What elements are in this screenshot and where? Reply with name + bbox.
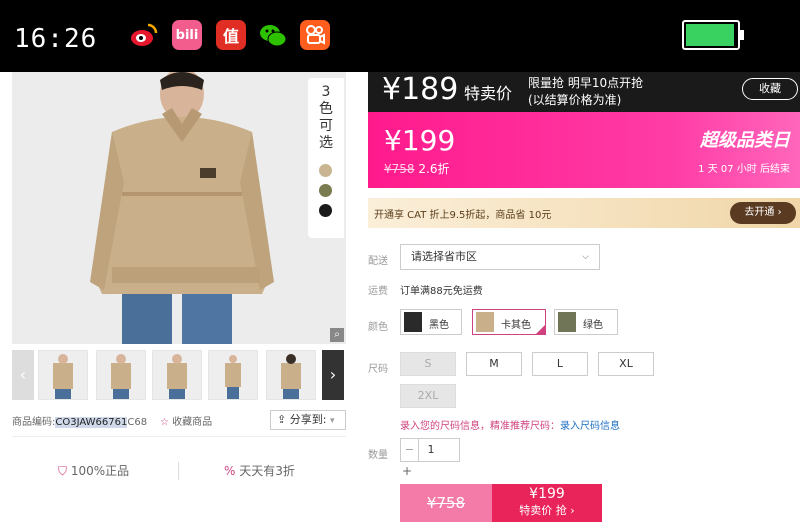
thumbnail[interactable] [152, 350, 202, 400]
status-bar: 16:26 bili 值 [0, 0, 800, 72]
color-thumb [404, 312, 422, 332]
battery-icon [682, 20, 744, 50]
wechat-icon[interactable] [258, 20, 288, 50]
kuaishou-icon[interactable] [300, 20, 330, 50]
swatch-black[interactable] [319, 204, 332, 217]
color-option-black[interactable]: 黑色 [400, 309, 462, 335]
thumbnail[interactable] [96, 350, 146, 400]
buy-now-button[interactable]: ¥199 特卖价 抢 › [492, 484, 602, 522]
size-option-s[interactable]: S [400, 352, 456, 376]
quantity-label: 数量 [368, 450, 388, 461]
color-thumb [558, 312, 576, 332]
thumbnail[interactable] [266, 350, 316, 400]
star-icon: ☆ [160, 417, 169, 428]
size-option-xl[interactable]: XL [598, 352, 654, 376]
size-option-2xl[interactable]: 2XL [400, 384, 456, 408]
zoom-icon[interactable]: ⌕ [330, 328, 344, 342]
shipping-label: 运费 [368, 286, 388, 297]
authentic-guarantee: ⛉ 100%正品 [58, 464, 130, 478]
promo-banner: ¥199 ¥758 2.6折 超级品类日 1 天 07 小时 后结束 [368, 112, 800, 188]
chevron-down-icon: ⌵ [582, 252, 589, 262]
favorite-button[interactable]: 收藏 [742, 78, 798, 100]
quantity-minus-button[interactable]: − [401, 439, 419, 461]
open-membership-button[interactable]: 去开通 › [730, 202, 796, 224]
selected-check-icon [536, 325, 545, 334]
thumbnail-strip: ‹ › [12, 350, 346, 400]
color-count-badge: 3色可选 [308, 78, 344, 238]
favorite-product-link[interactable]: ☆ 收藏商品 [160, 413, 212, 428]
size-option-l[interactable]: L [532, 352, 588, 376]
smzdm-icon[interactable]: 值 [216, 20, 246, 50]
quantity-stepper[interactable]: − 1 [400, 438, 460, 462]
delivery-label: 配送 [368, 256, 388, 267]
promo-price: ¥199 [384, 124, 456, 157]
special-price-bar: ¥189 特卖价 限量抢 明早10点开抢 (以结算价格为准) 收藏 [368, 72, 800, 112]
size-option-m[interactable]: M [466, 352, 522, 376]
promo-title: 超级品类日 [700, 130, 790, 151]
bilibili-icon[interactable]: bili [172, 20, 202, 50]
swatch-green[interactable] [319, 184, 332, 197]
size-info-link[interactable]: 录入您的尺码信息，精准推荐尺码：录入尺码信息 [400, 417, 620, 432]
limited-sale-note: (以结算价格为准) [528, 93, 622, 107]
chevron-down-icon: ▾ [329, 416, 335, 426]
thumbnail[interactable] [38, 350, 88, 400]
size-label: 尺码 [368, 364, 388, 375]
promo-original-price: ¥758 2.6折 [384, 162, 450, 176]
color-option-khaki[interactable]: 卡其色 [472, 309, 546, 335]
percent-icon: % [224, 464, 236, 478]
special-price-label: 特卖价 [464, 84, 513, 103]
shield-icon: ⛉ [58, 464, 68, 478]
divider [178, 462, 179, 480]
thumb-prev-button[interactable]: ‹ [12, 350, 34, 400]
product-meta-row: 商品编码:CO3JAW66761C68 ☆ 收藏商品 ⇪ 分享到: ▾ [12, 410, 346, 430]
shipping-text: 订单满88元免运费 [400, 286, 483, 297]
guarantee-row: ⛉ 100%正品 % 天天有3折 [12, 462, 346, 482]
thumb-next-button[interactable]: › [322, 350, 344, 400]
membership-bar: 开通享 CAT 折上9.5折起，商品省 10元 去开通 › [368, 198, 800, 228]
product-main-image[interactable]: 3色可选 ⌕ [12, 72, 346, 344]
quantity-input[interactable]: 1 [419, 439, 443, 461]
jacket-model-illustration [12, 72, 346, 344]
divider [12, 436, 346, 437]
weibo-icon[interactable] [128, 20, 158, 50]
special-price: ¥189 [382, 72, 459, 107]
daily-discount: % 天天有3折 [224, 464, 295, 478]
color-label: 颜色 [368, 322, 388, 333]
original-price-button[interactable]: ¥758 [400, 484, 492, 522]
color-thumb [476, 312, 494, 332]
share-icon: ⇪ [277, 413, 287, 426]
countdown: 1 天 07 小时 后结束 [698, 164, 790, 175]
product-code: 商品编码:CO3JAW66761C68 [12, 417, 148, 428]
limited-sale-text: 限量抢 明早10点开抢 [528, 76, 644, 90]
color-option-green[interactable]: 绿色 [554, 309, 618, 335]
color-count-text: 3色可选 [319, 84, 333, 151]
clock: 16:26 [14, 24, 98, 54]
membership-text: 开通享 CAT 折上9.5折起，商品省 10元 [374, 210, 552, 221]
region-select[interactable]: 请选择省市区 ⌵ [400, 244, 600, 270]
thumbnail[interactable] [208, 350, 258, 400]
share-button[interactable]: ⇪ 分享到: ▾ [270, 410, 346, 430]
quantity-plus-button[interactable]: + [402, 464, 412, 478]
swatch-khaki[interactable] [319, 164, 332, 177]
